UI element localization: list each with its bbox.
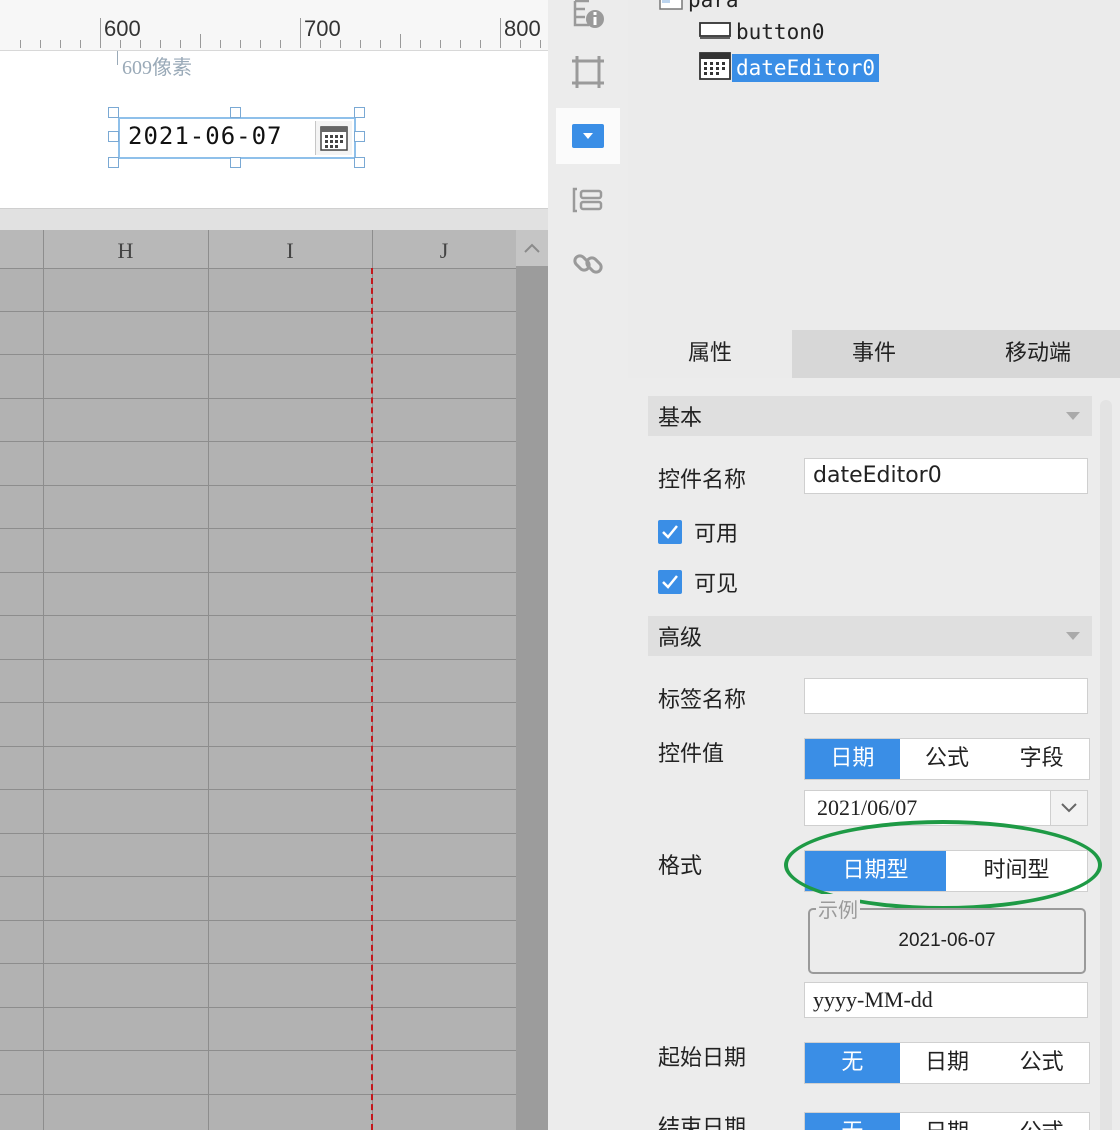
date-widget-value: 2021-06-07 (128, 122, 283, 150)
start-date-label: 起始日期 (658, 1046, 747, 1071)
section-title: 基本 (658, 406, 703, 431)
date-editor-widget[interactable]: 2021-06-07 (118, 117, 356, 159)
visible-checkbox[interactable] (658, 570, 682, 594)
resize-handle[interactable] (354, 107, 365, 118)
resize-handle[interactable] (108, 107, 119, 118)
property-panel-scrollbar[interactable] (1100, 400, 1112, 1130)
widget-name-label: 控件名称 (658, 468, 747, 493)
chevron-down-icon (1066, 412, 1080, 420)
tab-mobile[interactable]: 移动端 (956, 330, 1120, 378)
spreadsheet-grid[interactable]: H I J (0, 230, 516, 1130)
widget-toolbar (548, 0, 628, 1130)
chevron-down-icon (1066, 632, 1080, 640)
splitter-bar[interactable] (0, 208, 548, 231)
enabled-checkbox[interactable] (658, 520, 682, 544)
dropdown-widget-icon[interactable] (556, 108, 620, 164)
example-value: 2021-06-07 (898, 930, 996, 951)
tree-item-para[interactable]: para (658, 0, 743, 16)
end-date-selector[interactable]: 无 日期 公式 (804, 1112, 1090, 1130)
widget-value-type-selector[interactable]: 日期 公式 字段 (804, 738, 1090, 780)
chevron-down-icon[interactable] (1050, 791, 1087, 825)
enabled-label: 可用 (694, 522, 739, 547)
tree-item-label: para (688, 0, 739, 12)
tag-name-input[interactable] (804, 678, 1088, 714)
format-label: 格式 (658, 854, 703, 879)
example-legend: 示例 (816, 894, 860, 923)
format-pattern-input[interactable]: yyyy-MM-dd (804, 982, 1088, 1018)
grid-vertical-scrollbar[interactable] (516, 230, 548, 1130)
option-none[interactable]: 无 (805, 1043, 900, 1083)
position-label: 609像素 (122, 57, 192, 79)
page-boundary-line (371, 268, 373, 1130)
horizontal-ruler: 600 700 800 (0, 0, 548, 51)
option-field[interactable]: 字段 (994, 739, 1089, 779)
ruler-mark: 700 (304, 16, 341, 41)
scroll-up-icon[interactable] (516, 230, 548, 266)
tree-item-dateeditor0[interactable]: dateEditor0 (698, 51, 880, 86)
option-date[interactable]: 日期 (805, 739, 900, 779)
link-icon[interactable] (556, 236, 620, 292)
section-basic[interactable]: 基本 (648, 396, 1092, 436)
option-formula[interactable]: 公式 (994, 1043, 1089, 1083)
option-date[interactable]: 日期 (900, 1113, 995, 1130)
option-date[interactable]: 日期 (900, 1043, 995, 1083)
widget-name-input[interactable]: dateEditor0 (804, 458, 1088, 494)
widget-info-icon[interactable] (556, 0, 620, 42)
property-tabs: 属性 事件 移动端 (628, 330, 1120, 378)
tag-name-label: 标签名称 (658, 688, 747, 713)
option-none[interactable]: 无 (805, 1113, 900, 1130)
layout-icon[interactable] (556, 172, 620, 228)
column-header-i[interactable]: I (208, 230, 372, 268)
component-tree: para button0 dateEditor0 (628, 0, 1120, 330)
section-advanced[interactable]: 高级 (648, 616, 1092, 656)
frame-icon[interactable] (556, 44, 620, 100)
resize-handle[interactable] (108, 157, 119, 168)
date-value-text: 2021/06/07 (817, 795, 918, 820)
ruler-mark: 600 (104, 16, 141, 41)
tree-item-label: button0 (736, 20, 825, 44)
ruler-mark: 800 (504, 16, 541, 41)
option-formula[interactable]: 公式 (900, 739, 995, 779)
property-panel: 基本 控件名称 dateEditor0 可用 可见 高级 标签名称 控件值 日期… (628, 378, 1120, 1130)
visible-label: 可见 (694, 572, 739, 597)
resize-handle[interactable] (108, 131, 119, 142)
widget-value-label: 控件值 (658, 742, 725, 767)
tab-events[interactable]: 事件 (792, 330, 956, 378)
start-date-selector[interactable]: 无 日期 公式 (804, 1042, 1090, 1084)
end-date-label: 结束日期 (658, 1116, 747, 1130)
column-header-j[interactable]: J (372, 230, 516, 268)
tree-item-button0[interactable]: button0 (698, 16, 829, 48)
column-header-row: H I J (0, 230, 516, 269)
calendar-icon[interactable] (315, 121, 352, 155)
tab-properties[interactable]: 属性 (628, 330, 792, 378)
section-title: 高级 (658, 626, 703, 651)
column-header-h[interactable]: H (43, 230, 208, 268)
resize-handle[interactable] (354, 157, 365, 168)
option-formula[interactable]: 公式 (994, 1113, 1089, 1130)
calendar-icon (698, 51, 732, 86)
button-icon (698, 20, 732, 45)
position-guide (117, 51, 118, 65)
resize-handle[interactable] (230, 107, 241, 118)
resize-handle[interactable] (354, 131, 365, 142)
tree-item-label: dateEditor0 (732, 54, 880, 82)
resize-handle[interactable] (230, 157, 241, 168)
design-canvas[interactable]: 609像素 2021-06-07 (0, 51, 548, 208)
